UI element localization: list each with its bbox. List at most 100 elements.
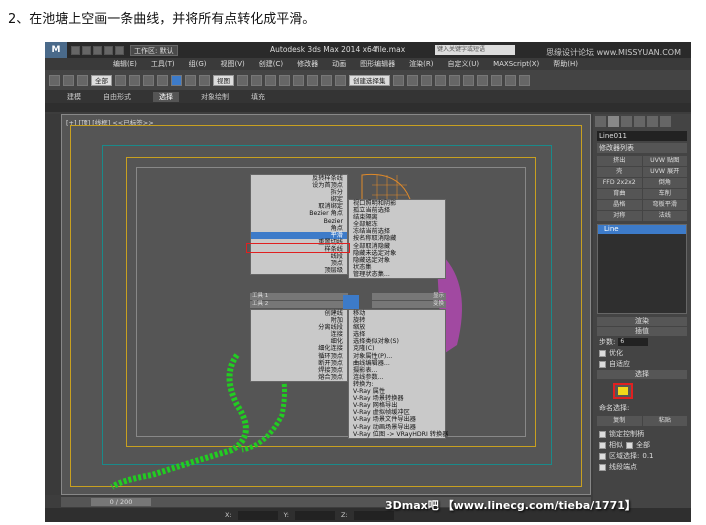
open-file-icon[interactable]: [82, 45, 91, 55]
quad-item-quad-right-top-9[interactable]: 状态集: [349, 264, 445, 271]
quad-item-quad-left-bottom-5[interactable]: 细化连接: [251, 345, 347, 352]
object-name-field[interactable]: Line011: [597, 131, 687, 141]
adaptive-checkbox[interactable]: [599, 360, 606, 368]
display-tab-icon[interactable]: [647, 116, 658, 127]
quad-item-quad-left-top-7[interactable]: 角点: [251, 225, 347, 232]
schematic-icon[interactable]: [462, 74, 474, 86]
area-select-checkbox[interactable]: [599, 452, 606, 460]
window-crossing-icon[interactable]: [157, 74, 168, 86]
named-selection-sets-dropdown[interactable]: 创建选择集: [349, 74, 390, 86]
rollout-render[interactable]: 渲染: [597, 317, 687, 326]
render-setup-icon[interactable]: [490, 74, 502, 86]
ribbon-tab-1[interactable]: 自由形式: [103, 92, 131, 102]
selection-filter-dropdown[interactable]: 全部: [91, 74, 112, 86]
menu-item-11[interactable]: 帮助(H): [553, 59, 578, 69]
quad-item-quad-right-top-8[interactable]: 隐藏选定对象: [349, 257, 445, 264]
time-slider[interactable]: 0 / 200: [91, 498, 151, 506]
keyboard-shortcut-icon[interactable]: [265, 74, 276, 86]
modifier-button-4[interactable]: FFD 2x2x2: [597, 178, 642, 188]
menu-item-0[interactable]: 编辑(E): [113, 59, 137, 69]
menu-item-5[interactable]: 修改器: [297, 59, 318, 69]
select-object-icon[interactable]: [115, 74, 126, 86]
material-editor-icon[interactable]: [476, 74, 488, 86]
quad-item-quad-right-top-6[interactable]: 全部取消隐藏: [349, 243, 445, 250]
menu-item-4[interactable]: 创建(C): [259, 59, 283, 69]
modifier-button-6[interactable]: 育曲: [597, 189, 642, 199]
area-select-value[interactable]: 0.1: [642, 451, 653, 461]
quad-item-quad-right-bottom-9[interactable]: 连线参数...: [349, 374, 445, 381]
new-file-icon[interactable]: [71, 45, 80, 55]
vertex-selection-icon[interactable]: [613, 383, 633, 399]
rect-selection-icon[interactable]: [143, 74, 154, 86]
unlink-icon[interactable]: [63, 74, 74, 86]
quad-item-quad-right-bottom-8[interactable]: 摄影表...: [349, 367, 445, 374]
bind-warp-icon[interactable]: [77, 74, 88, 86]
modifier-button-9[interactable]: 弯板平滑: [642, 200, 687, 210]
quad-item-quad-left-bottom-6[interactable]: 循环顶点: [251, 353, 347, 360]
modifier-button-3[interactable]: UVW 展开: [642, 167, 687, 177]
menu-item-10[interactable]: MAXScript(X): [493, 60, 539, 68]
stack-item-line[interactable]: Line: [598, 225, 686, 234]
reference-coord-dropdown[interactable]: 视图: [213, 74, 234, 86]
similar-radio[interactable]: [599, 441, 606, 449]
quad-item-quad-right-bottom-5[interactable]: 克隆(C): [349, 345, 445, 352]
quad-item-quad-right-top-5[interactable]: 按名称取消隐藏: [349, 235, 445, 242]
modifier-button-5[interactable]: 倒角: [642, 178, 687, 188]
quad-item-quad-left-top-5[interactable]: Bezier 角点: [251, 210, 347, 217]
ribbon-tab-4[interactable]: 填充: [251, 92, 265, 102]
modifier-button-7[interactable]: 车削: [642, 189, 687, 199]
render-icon[interactable]: [518, 74, 530, 86]
rollout-interpolation[interactable]: 插值: [597, 327, 687, 336]
mirror-icon[interactable]: [392, 74, 404, 86]
rotate-icon[interactable]: [185, 74, 196, 86]
segment-end-checkbox[interactable]: [599, 463, 606, 471]
quad-item-quad-left-top-13[interactable]: 顶层级: [251, 267, 347, 274]
snap-icon[interactable]: [279, 74, 290, 86]
menu-item-7[interactable]: 图形编辑器: [360, 59, 395, 69]
quad-item-quad-left-bottom-9[interactable]: 熔合顶点: [251, 374, 347, 381]
quad-item-quad-left-top-8[interactable]: 平滑: [251, 231, 347, 239]
undo-icon[interactable]: [104, 45, 113, 55]
workspace-dropdown[interactable]: 工作区: 默认: [130, 44, 178, 56]
optimize-checkbox[interactable]: [599, 349, 606, 357]
modifier-button-0[interactable]: 挤出: [597, 156, 642, 166]
percent-snap-icon[interactable]: [307, 74, 318, 86]
modifier-button-11[interactable]: 法线: [642, 211, 687, 221]
steps-spinner[interactable]: 6: [618, 338, 649, 346]
menu-item-2[interactable]: 组(G): [189, 59, 207, 69]
search-input[interactable]: 键入关键字或短语: [435, 45, 515, 55]
menu-item-3[interactable]: 视图(V): [221, 59, 245, 69]
link-icon[interactable]: [49, 74, 60, 86]
hierarchy-tab-icon[interactable]: [621, 116, 632, 127]
quad-item-quad-left-bottom-8[interactable]: 焊接顶点: [251, 367, 347, 374]
modifier-list-dropdown[interactable]: 修改器列表: [597, 143, 687, 153]
quad-item-quad-right-bottom-10[interactable]: 转换为:: [349, 381, 445, 388]
app-logo-icon[interactable]: M: [45, 42, 67, 58]
all-radio[interactable]: [626, 441, 633, 449]
viewport-top[interactable]: [+] [顶] [线框] <<已标签>> 反转样条线 设为首顶点 拆分 绑定 取消绑定 B…: [61, 114, 591, 495]
ribbon-tab-2[interactable]: 选择: [153, 91, 179, 102]
modifier-button-10[interactable]: 对称: [597, 211, 642, 221]
pivot-icon[interactable]: [237, 74, 248, 86]
menu-item-9[interactable]: 自定义(U): [447, 59, 479, 69]
modifier-button-2[interactable]: 壳: [597, 167, 642, 177]
curve-editor-icon[interactable]: [448, 74, 460, 86]
render-frame-icon[interactable]: [504, 74, 516, 86]
y-field[interactable]: [294, 510, 335, 520]
spinner-snap-icon[interactable]: [321, 74, 332, 86]
angle-snap-icon[interactable]: [293, 74, 304, 86]
save-file-icon[interactable]: [93, 45, 102, 55]
modify-tab-icon[interactable]: [608, 116, 619, 127]
quad-item-quad-right-bottom-17[interactable]: V-Ray 位图 -> VRayHDRI 转换器: [349, 431, 448, 438]
quad-item-quad-right-bottom-16[interactable]: V-Ray 动画场景导出器: [349, 424, 445, 431]
quad-center-icon[interactable]: [343, 295, 359, 309]
quad-item-quad-right-bottom-15[interactable]: V-Ray 场景文件导出器: [349, 416, 445, 423]
ribbon-tab-3[interactable]: 对象绘制: [201, 92, 229, 102]
graphite-icon[interactable]: [434, 74, 446, 86]
align-icon[interactable]: [406, 74, 418, 86]
menu-item-1[interactable]: 工具(T): [151, 59, 175, 69]
create-tab-icon[interactable]: [595, 116, 606, 127]
lock-handles-checkbox[interactable]: [599, 430, 606, 438]
rollout-selection[interactable]: 选择: [597, 370, 687, 379]
menu-item-6[interactable]: 动画: [332, 59, 346, 69]
